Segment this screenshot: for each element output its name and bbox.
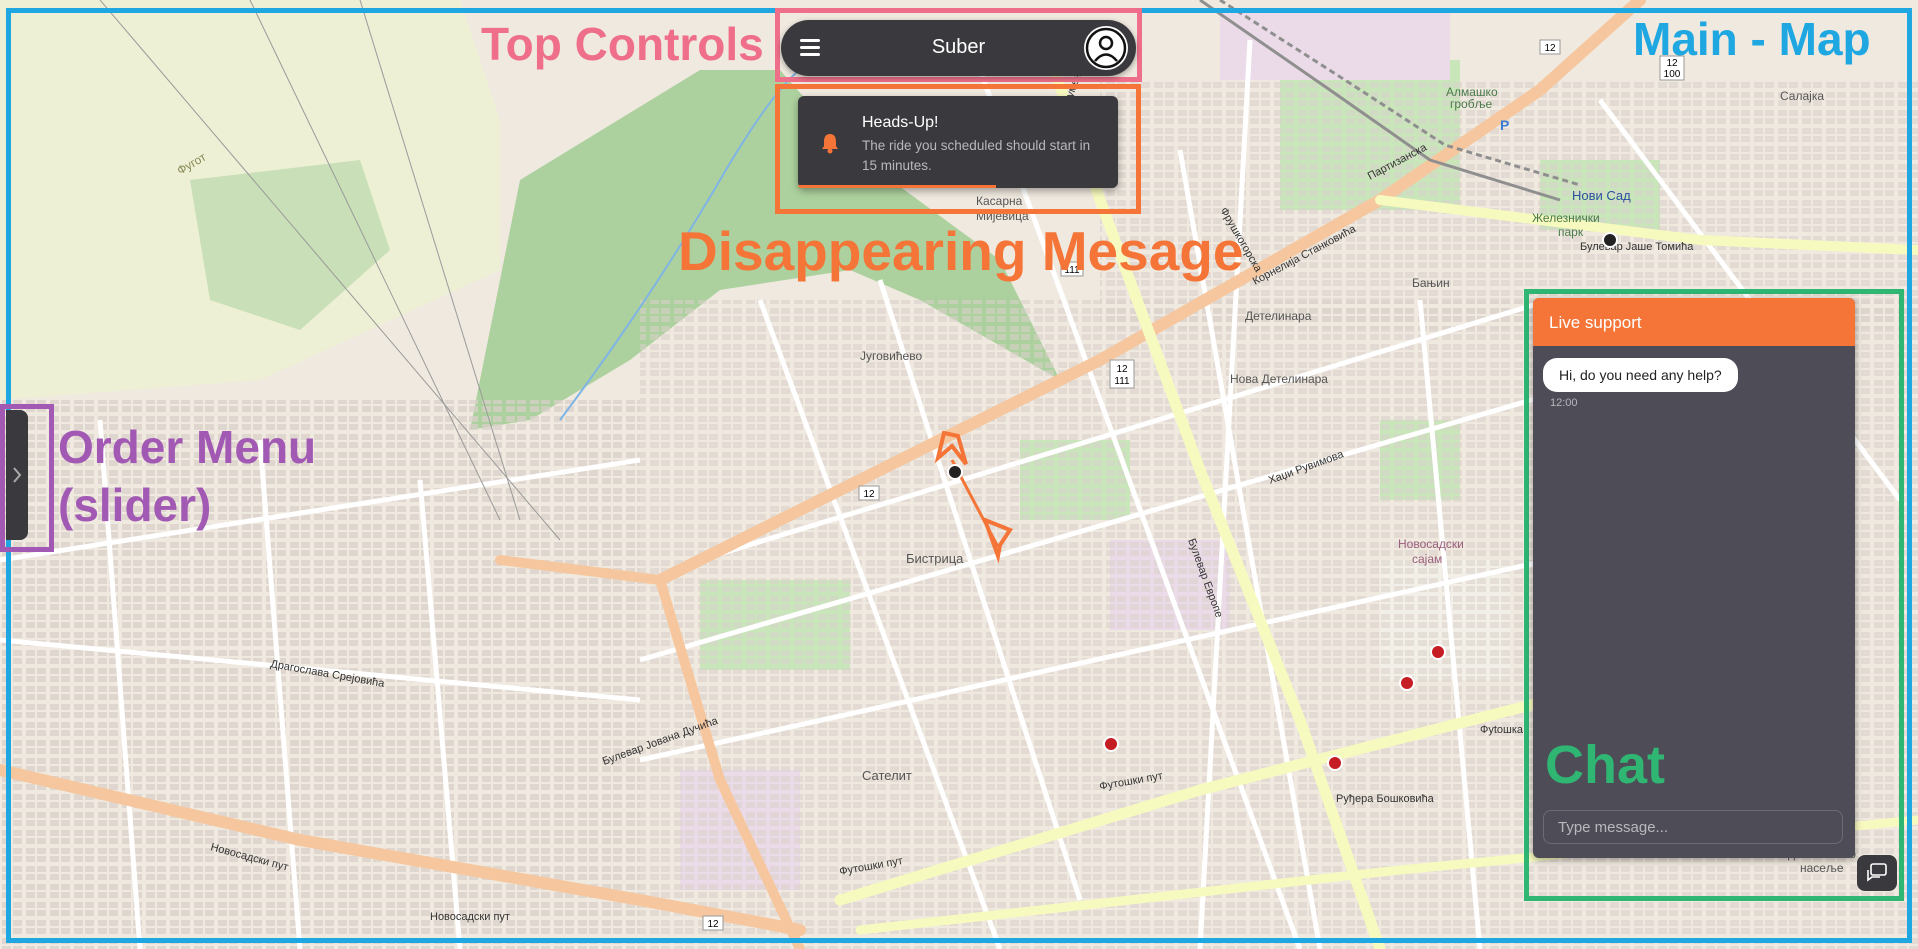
place-label: Новосадски [1398,537,1464,551]
place-label: Детелинара [1245,309,1312,323]
parking-icon: P [1500,117,1509,133]
place-label: Касарна [976,194,1023,208]
vehicle-marker[interactable] [1602,232,1618,248]
live-support-chat: Live support Hi, do you need any help? 1… [1533,298,1855,858]
chat-toggle-button[interactable] [1857,855,1897,891]
place-label: гробље [1450,97,1492,111]
street-label: Булевар Јаше Томића [1580,241,1694,253]
vehicle-marker[interactable] [947,464,963,480]
place-label: Нови Сад [1572,188,1631,203]
chat-message: Hi, do you need any help? [1543,358,1738,392]
chevron-right-icon [13,467,22,483]
place-label: Нова Детелинара [1230,372,1328,386]
chat-message-input[interactable] [1543,810,1843,844]
street-label: Руђера Бошковића [1336,793,1435,805]
svg-text:111: 111 [1114,376,1130,387]
user-avatar-icon [1085,27,1127,69]
chat-annotation-label: Chat [1545,735,1665,795]
app-title: Suber [931,36,986,58]
svg-text:12: 12 [1544,43,1556,54]
disappearing-message-annotation-label: Disappearing Mesage [678,220,1244,282]
svg-text:12: 12 [1116,364,1128,375]
street-label: Новосадски пут [430,911,510,923]
order-menu-annotation-label-2: (slider) [58,479,212,531]
place-label: Југовићево [860,349,922,363]
main-map-annotation-label: Main - Map [1633,13,1871,65]
top-controls-annotation-label: Top Controls [481,18,764,70]
place-label: сајам [1412,552,1442,566]
place-label: Салајка [1780,89,1824,103]
chat-bubbles-icon [1867,863,1887,882]
street-label: Фуtoшка [1480,724,1524,736]
svg-text:12: 12 [863,489,875,500]
chat-message-time: 12:00 [1550,397,1578,409]
chat-title: Live support [1549,313,1642,332]
place-label: Бистрица [906,551,964,566]
svg-text:12: 12 [707,919,719,930]
place-label: парк [1558,225,1584,239]
notification-title: Heads-Up! [862,114,939,131]
heads-up-notification: Heads-Up! The ride you scheduled should … [798,96,1118,188]
place-label: Сателит [862,768,912,783]
svg-text:100: 100 [1664,69,1681,80]
bell-icon [822,134,838,154]
order-menu-slider-tab[interactable] [6,410,28,540]
place-label: насеље [1800,861,1844,875]
notification-progress-bar [798,185,997,188]
place-label: Бањин [1412,276,1450,290]
order-menu-annotation-label-1: Order Menu [58,421,317,473]
top-controls-bar: Suber [781,20,1136,76]
chat-header: Live support [1533,298,1855,346]
profile-button[interactable] [1084,26,1128,70]
place-label: Железнички [1532,211,1600,225]
notification-body: The ride you scheduled should start in 1… [862,138,1091,173]
